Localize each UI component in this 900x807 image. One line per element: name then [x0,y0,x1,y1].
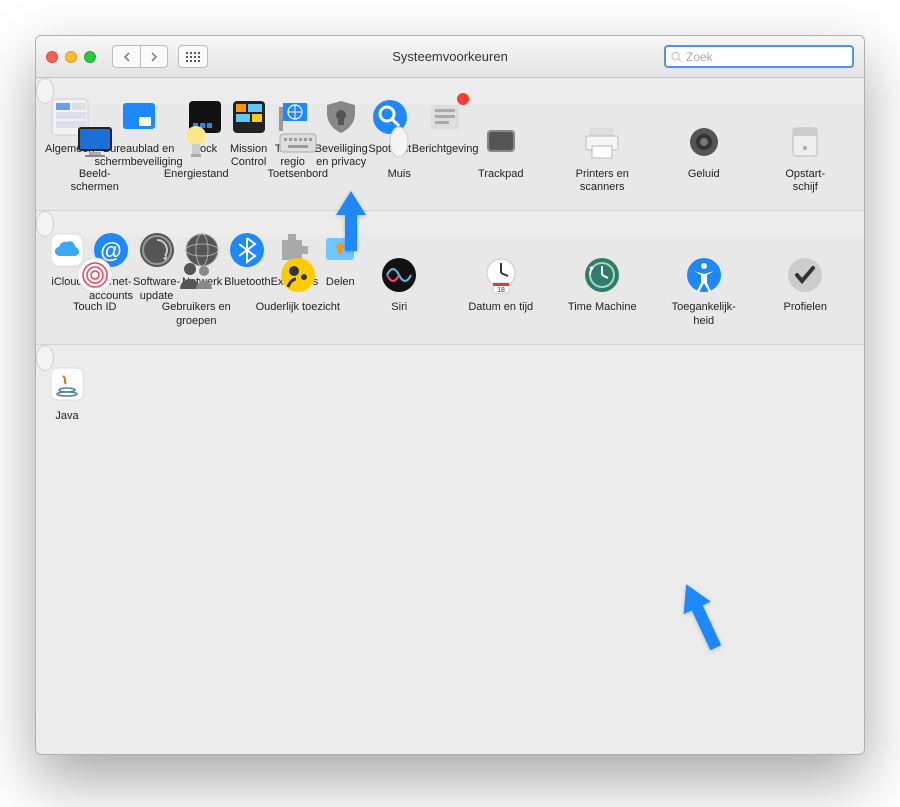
preference-grid: AlgemeenBureaublad en schermbeveiligingD… [36,78,864,371]
keyboard-icon [276,120,320,164]
chevron-left-icon [123,52,131,62]
pref-trackpad[interactable]: Trackpad [450,116,552,198]
pref-row-2: iCloud@Internet- accountsSoftware-update… [36,211,54,237]
pref-label: Toegankelijk- heid [672,301,736,327]
accessibility-icon [682,253,726,297]
pref-label: Muis [388,168,411,181]
show-all-button[interactable] [178,45,208,68]
pref-label: Time Machine [568,301,637,314]
pref-energy[interactable]: Energiestand [146,116,248,198]
pref-accessibility[interactable]: Toegankelijk- heid [653,249,755,331]
back-button[interactable] [112,45,140,68]
touchid-icon [73,253,117,297]
pref-label: Gebruikers en groepen [149,301,243,327]
pref-date[interactable]: 18 Datum en tijd [450,249,552,331]
pref-row-0: AlgemeenBureaublad en schermbeveiligingD… [36,78,54,104]
pref-label: Datum en tijd [468,301,533,314]
chevron-right-icon [150,52,158,62]
pref-java[interactable]: Java [45,358,89,427]
pref-label: Profielen [784,301,827,314]
printers-icon [580,120,624,164]
pref-keyboard[interactable]: Toetsenbord [247,116,349,198]
pref-label: Geluid [688,168,720,181]
siri-icon [377,253,421,297]
users-icon [174,253,218,297]
pref-label: Java [55,410,78,423]
pref-label: Opstart- schijf [785,168,825,194]
trackpad-icon [479,120,523,164]
pref-label: Toetsenbord [267,168,328,181]
pref-users[interactable]: Gebruikers en groepen [146,249,248,331]
nav-buttons [112,45,168,68]
zoom-icon[interactable] [84,51,96,63]
pref-label: Ouderlijk toezicht [256,301,340,314]
svg-text:18: 18 [497,287,505,294]
pref-mouse[interactable]: Muis [349,116,451,198]
pref-row-4: Java [36,345,54,371]
pref-label: Trackpad [478,168,523,181]
pref-profiles[interactable]: Profielen [755,249,857,331]
sound-icon [682,120,726,164]
annotation-arrow-accessibility [676,581,726,656]
displays-icon [73,120,117,164]
pref-label: Energiestand [164,168,229,181]
search-field[interactable] [664,45,854,68]
mouse-icon [377,120,421,164]
timemachine-icon [580,253,624,297]
system-preferences-window: Systeemvoorkeuren AlgemeenBureaublad en … [35,35,865,755]
pref-touchid[interactable]: Touch ID [44,249,146,331]
pref-label: Touch ID [73,301,116,314]
date-icon: 18 [479,253,523,297]
pref-sound[interactable]: Geluid [653,116,755,198]
pref-startup[interactable]: Opstart- schijf [755,116,857,198]
energy-icon [174,120,218,164]
close-icon[interactable] [46,51,58,63]
window-controls [46,51,96,63]
pref-label: Printers en scanners [555,168,649,194]
search-input[interactable] [686,50,847,64]
startup-icon [783,120,827,164]
pref-siri[interactable]: Siri [349,249,451,331]
pref-parental[interactable]: Ouderlijk toezicht [247,249,349,331]
pref-displays[interactable]: Beeld- schermen [44,116,146,198]
forward-button[interactable] [140,45,168,68]
pref-printers[interactable]: Printers en scanners [552,116,654,198]
grid-icon [186,52,200,62]
parental-icon [276,253,320,297]
titlebar: Systeemvoorkeuren [36,36,864,78]
search-icon [671,51,682,63]
badge-icon [457,93,469,105]
pref-label: Siri [391,301,407,314]
profiles-icon [783,253,827,297]
pref-row-3: Touch ID Gebruikers en groepen Ouderlijk t… [36,237,864,344]
java-icon [45,362,89,406]
pref-row-1: Beeld- schermen Energiestand Toetsenbord Mu… [36,104,864,211]
pref-label: Beeld- schermen [71,168,119,194]
pref-timemachine[interactable]: Time Machine [552,249,654,331]
minimize-icon[interactable] [65,51,77,63]
